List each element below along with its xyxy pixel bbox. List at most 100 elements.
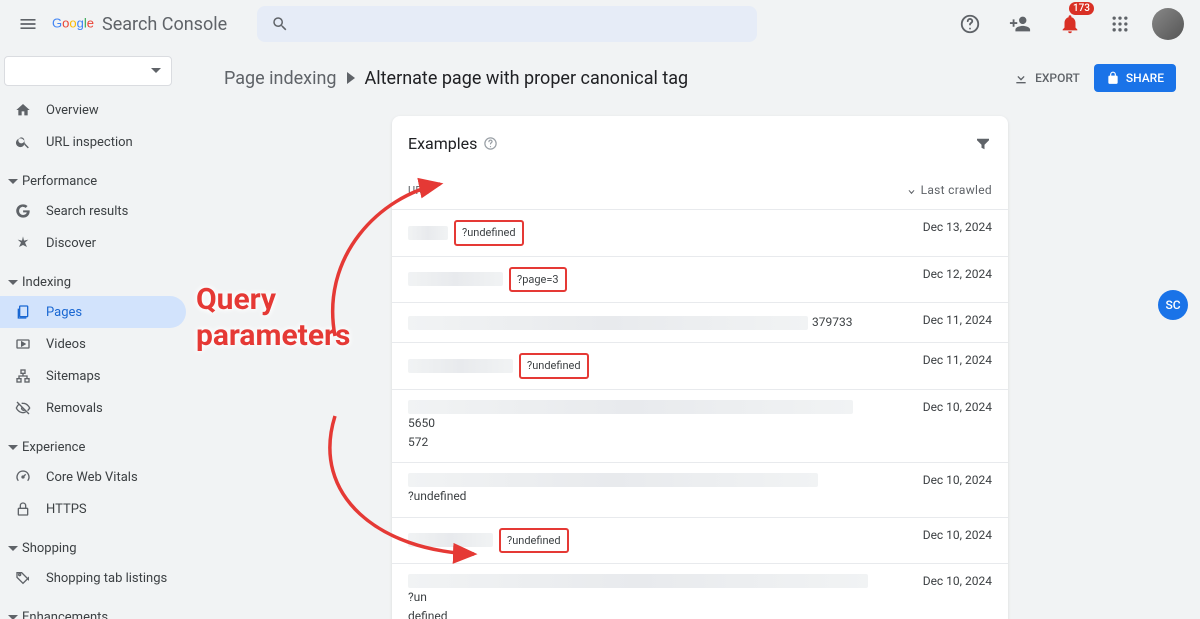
last-crawled-date: Dec 10, 2024 xyxy=(892,528,992,542)
last-crawled-date: Dec 10, 2024 xyxy=(892,574,992,588)
svg-text:Google: Google xyxy=(52,16,94,31)
export-button[interactable]: EXPORT xyxy=(1013,70,1080,86)
sidebar-section-indexing: Indexing Pages Videos Sitemaps Removals xyxy=(0,269,186,424)
sidebar-item-removals[interactable]: Removals xyxy=(0,392,186,424)
section-title: Shopping xyxy=(22,541,77,556)
table-body: ?undefinedDec 13, 2024?page=3Dec 12, 202… xyxy=(392,209,1008,619)
section-title: Indexing xyxy=(22,275,71,290)
sidebar-item-shopping-listings[interactable]: Shopping tab listings xyxy=(0,562,186,594)
search-bar[interactable] xyxy=(257,6,757,42)
sidebar-header-performance[interactable]: Performance xyxy=(0,168,186,195)
help-button[interactable] xyxy=(952,6,988,42)
column-url[interactable]: URL xyxy=(408,184,892,197)
pages-icon xyxy=(15,304,31,320)
redacted-segment xyxy=(408,574,868,588)
property-selector[interactable] xyxy=(4,56,172,86)
users-button[interactable] xyxy=(1002,6,1038,42)
query-parameter-highlight: ?undefined xyxy=(454,220,524,246)
content-area: Page indexing Alternate page with proper… xyxy=(200,48,1200,619)
sidebar-header-enhancements[interactable]: Enhancements xyxy=(0,604,186,619)
sidebar-item-pages[interactable]: Pages xyxy=(0,296,186,328)
last-crawled-date: Dec 12, 2024 xyxy=(892,267,992,281)
last-crawled-date: Dec 10, 2024 xyxy=(892,400,992,414)
column-last-crawled[interactable]: Last crawled xyxy=(892,183,992,197)
person-add-icon xyxy=(1009,13,1031,35)
help-icon[interactable] xyxy=(483,136,498,151)
top-bar: Google Search Console 173 xyxy=(0,0,1200,48)
caret-down-icon xyxy=(8,278,18,288)
sidebar-item-videos[interactable]: Videos xyxy=(0,328,186,360)
query-parameter-highlight: ?undefined xyxy=(499,528,569,554)
sidebar-item-overview[interactable]: Overview xyxy=(0,94,186,126)
topbar-actions: 173 xyxy=(952,6,1184,42)
sidebar-header-experience[interactable]: Experience xyxy=(0,434,186,461)
filter-button[interactable] xyxy=(974,135,992,153)
sidebar-label: Search results xyxy=(46,204,128,219)
annotation-label: Query parameters xyxy=(196,282,350,354)
asterisk-icon xyxy=(15,235,31,251)
table-row[interactable]: ?undefinedDec 10, 2024 xyxy=(392,462,1008,516)
google-g-icon xyxy=(15,203,31,219)
main-menu-button[interactable] xyxy=(8,4,48,44)
breadcrumb-parent[interactable]: Page indexing xyxy=(224,68,337,89)
url-cell: ?page=3 xyxy=(408,267,892,293)
url-text-fragment: ?undefined xyxy=(408,487,466,506)
share-label: SHARE xyxy=(1126,71,1164,85)
table-row[interactable]: 379733Dec 11, 2024 xyxy=(392,302,1008,342)
table-row[interactable]: ?page=3Dec 12, 2024 xyxy=(392,256,1008,303)
sidebar-item-search-results[interactable]: Search results xyxy=(0,195,186,227)
url-cell: ?undefined xyxy=(408,353,892,379)
lock-icon xyxy=(15,501,31,517)
sidebar-item-https[interactable]: HTTPS xyxy=(0,493,186,525)
table-row[interactable]: ?undefined Dec 11, 2024 xyxy=(392,342,1008,389)
url-text-fragment: defined xyxy=(408,607,448,619)
table-row[interactable]: ?undefined Dec 10, 2024 xyxy=(392,517,1008,564)
sidebar-item-url-inspection[interactable]: URL inspection xyxy=(0,126,186,158)
apps-button[interactable] xyxy=(1102,6,1138,42)
redacted-segment xyxy=(408,400,853,414)
sidebar-label: Core Web Vitals xyxy=(46,470,138,485)
sidebar-label: Videos xyxy=(46,337,86,352)
download-icon xyxy=(1013,70,1029,86)
help-icon xyxy=(959,13,981,35)
notifications-button[interactable]: 173 xyxy=(1052,6,1088,42)
table-row[interactable]: ?undefinedDec 10, 2024 xyxy=(392,563,1008,619)
hamburger-icon xyxy=(18,14,38,34)
examples-card: Examples URL Last crawled ?undefinedDec … xyxy=(392,116,1008,619)
query-parameter-highlight: ?undefined xyxy=(519,353,589,379)
table-row[interactable]: 5650572Dec 10, 2024 xyxy=(392,389,1008,462)
share-button[interactable]: SHARE xyxy=(1094,64,1176,92)
sidebar-section-enhancements: Enhancements Breadcrumbs xyxy=(0,604,186,619)
product-logo[interactable]: Google Search Console xyxy=(52,14,227,35)
url-text-fragment: 379733 xyxy=(812,313,852,332)
sc-fab[interactable]: SC xyxy=(1158,290,1188,320)
apps-icon xyxy=(1110,14,1130,34)
table-header: URL Last crawled xyxy=(392,165,1008,209)
redacted-segment xyxy=(408,226,448,240)
sidebar-item-sitemaps[interactable]: Sitemaps xyxy=(0,360,186,392)
account-avatar[interactable] xyxy=(1152,8,1184,40)
video-icon xyxy=(15,336,31,352)
last-crawled-date: Dec 11, 2024 xyxy=(892,353,992,367)
redacted-segment xyxy=(408,533,493,547)
redacted-segment xyxy=(408,473,818,487)
product-name: Search Console xyxy=(102,14,227,35)
sidebar-item-discover[interactable]: Discover xyxy=(0,227,186,259)
search-icon xyxy=(271,15,289,33)
sidebar-label: Shopping tab listings xyxy=(46,571,167,586)
sidebar-section-performance: Performance Search results Discover xyxy=(0,168,186,259)
sidebar-label: Pages xyxy=(46,305,82,320)
hidden-icon xyxy=(15,400,31,416)
sidebar-header-shopping[interactable]: Shopping xyxy=(0,535,186,562)
export-label: EXPORT xyxy=(1035,71,1080,85)
table-row[interactable]: ?undefinedDec 13, 2024 xyxy=(392,209,1008,256)
breadcrumb: Page indexing Alternate page with proper… xyxy=(224,68,688,89)
sidebar-item-core-web-vitals[interactable]: Core Web Vitals xyxy=(0,461,186,493)
url-cell: ?undefined xyxy=(408,574,892,619)
search-icon xyxy=(15,134,31,150)
sidebar-header-indexing[interactable]: Indexing xyxy=(0,269,186,296)
sitemap-icon xyxy=(15,368,31,384)
lock-icon xyxy=(1106,71,1120,85)
caret-down-icon xyxy=(8,613,18,619)
notification-badge: 173 xyxy=(1069,2,1094,15)
